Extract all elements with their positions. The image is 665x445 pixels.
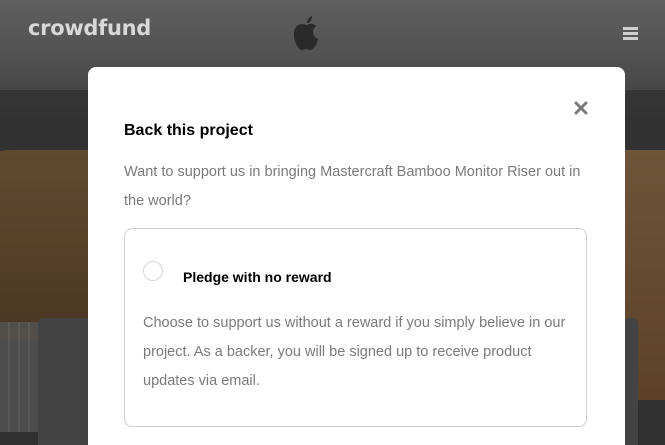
pledge-option-description: Choose to support us without a reward if… [143,315,566,389]
close-icon[interactable] [574,101,588,115]
hamburger-icon[interactable] [623,27,638,40]
hamburger-line [623,37,638,40]
modal-title: Back this project [124,122,253,139]
hamburger-line [623,27,638,30]
hamburger-line [623,32,638,35]
apple-logo-icon [293,16,318,50]
site-logo[interactable]: crowdfund [28,16,151,40]
modal-description: Want to support us in bringing Mastercra… [124,164,581,209]
pledge-radio-button[interactable] [143,261,163,281]
pledge-option-no-reward[interactable]: Pledge with no reward Choose to support … [124,228,587,427]
pledge-option-title[interactable]: Pledge with no reward [183,269,332,285]
back-project-modal: Back this project Want to support us in … [88,67,625,445]
